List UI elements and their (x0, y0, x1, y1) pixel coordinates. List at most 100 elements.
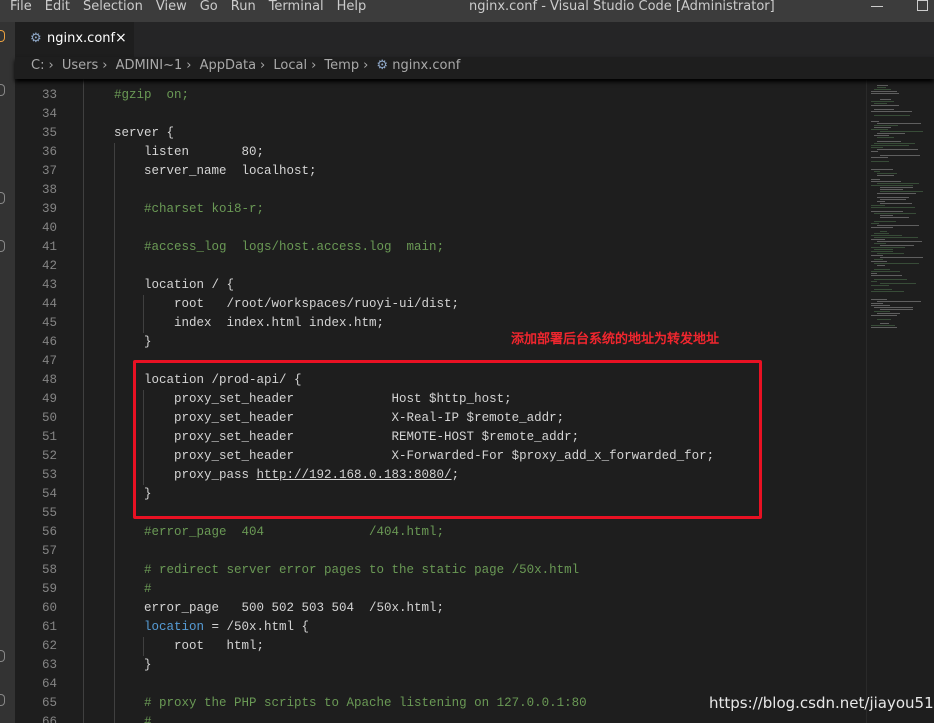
minimap-line (874, 109, 894, 110)
settings-gear-icon[interactable] (0, 694, 5, 706)
menu-selection[interactable]: Selection (83, 0, 143, 22)
code-token: # proxy the PHP scripts to Apache listen… (144, 695, 587, 710)
code-line[interactable]: 61 location = /50x.html { (15, 618, 866, 637)
code-line[interactable]: 44 root /root/workspaces/ruoyi-ui/dist; (15, 294, 866, 314)
account-icon[interactable] (0, 650, 5, 662)
debug-icon[interactable] (0, 192, 5, 204)
minimap-line (871, 315, 897, 316)
minimap-line (877, 141, 901, 142)
code-line[interactable]: 40 (15, 219, 866, 238)
menu-edit[interactable]: Edit (45, 0, 70, 22)
line-number: 48 (41, 372, 57, 387)
extensions-icon[interactable] (0, 240, 5, 252)
menu-terminal[interactable]: Terminal (269, 0, 324, 22)
code-line[interactable]: 35 server { (15, 124, 866, 143)
minimap-line (871, 147, 884, 148)
minimap-line (880, 203, 913, 204)
close-icon[interactable]: × (115, 30, 127, 46)
code-token: error_page 500 502 503 504 /50x.html; (84, 600, 445, 615)
line-number: 39 (41, 201, 57, 216)
menu-run[interactable]: Run (231, 0, 256, 22)
search-icon[interactable] (0, 84, 5, 96)
minimap-line (871, 179, 880, 180)
gear-icon: ⚙ (376, 58, 389, 73)
code-text: location / { (84, 276, 234, 295)
minimap-line (880, 245, 915, 246)
code-line[interactable]: 43 location / { (15, 276, 866, 295)
code-text: error_page 500 502 503 504 /50x.html; (84, 599, 444, 618)
line-number: 41 (41, 239, 57, 254)
minimize-icon[interactable] (871, 6, 883, 7)
minimap-line (877, 193, 917, 194)
code-line[interactable]: 62 root html; (15, 636, 866, 656)
code-line[interactable]: 46 } (15, 333, 866, 352)
minimap-line (871, 91, 897, 92)
breadcrumb-local[interactable]: Local (273, 58, 307, 73)
code-token: #access_log logs/host.access.log main; (144, 239, 445, 254)
code-line[interactable]: 38 (15, 181, 866, 200)
minimap-line (874, 311, 891, 312)
code-token: #error_page 404 /404.html; (144, 524, 445, 539)
code-line[interactable]: 41 #access_log logs/host.access.log main… (15, 238, 866, 257)
code-line[interactable]: 45 index index.html index.htm; (15, 313, 866, 333)
code-token: } (84, 657, 152, 672)
breadcrumb-file[interactable]: nginx.conf (392, 58, 460, 73)
annotation-text: 添加部署后台系统的地址为转发地址 (511, 332, 720, 347)
code-token: location (144, 619, 205, 634)
minimap-line (880, 155, 920, 156)
code-line[interactable]: 36 listen 80; (15, 143, 866, 162)
code-line[interactable]: 57 (15, 542, 866, 561)
code-line[interactable]: 34 (15, 105, 866, 124)
minimap-line (871, 285, 890, 286)
minimap-line (871, 161, 889, 162)
tab-nginx-conf[interactable]: ⚙ nginx.conf × (15, 22, 134, 57)
breadcrumb-users[interactable]: Users (62, 58, 98, 73)
minimap-line (877, 241, 922, 242)
breadcrumb-appdata[interactable]: AppData (200, 58, 256, 73)
code-line[interactable]: 33 #gzip on; (15, 86, 866, 105)
breadcrumb-drive[interactable]: C: (31, 58, 44, 73)
code-line[interactable]: 66 # (15, 713, 866, 723)
menu-file[interactable]: File (10, 0, 32, 22)
minimap-line (874, 213, 917, 214)
code-text: root /root/workspaces/ruoyi-ui/dist; (84, 295, 459, 314)
code-line[interactable]: 59 # (15, 580, 866, 599)
minimap-line (877, 87, 887, 88)
minimap[interactable] (866, 79, 934, 723)
code-line[interactable]: 37 server_name localhost; (15, 162, 866, 181)
code-line[interactable]: 63 } (15, 656, 866, 675)
code-line[interactable]: 39 #charset koi8-r; (15, 200, 866, 219)
minimap-line (874, 249, 894, 250)
code-line[interactable]: 60 error_page 500 502 503 504 /50x.html; (15, 599, 866, 618)
code-line[interactable]: 64 (15, 675, 866, 694)
code-text: root html; (84, 637, 264, 656)
gear-icon: ⚙ (30, 31, 42, 46)
minimap-line (871, 291, 905, 292)
code-token: listen 80; (84, 144, 265, 159)
explorer-icon[interactable] (0, 30, 5, 42)
minimap-line (880, 215, 894, 216)
breadcrumb-temp[interactable]: Temp (324, 58, 359, 73)
code-line[interactable]: 56 #error_page 404 /404.html; (15, 523, 866, 542)
menu-go[interactable]: Go (200, 0, 218, 22)
breadcrumb-admin[interactable]: ADMINI~1 (116, 58, 183, 73)
activity-bar (0, 22, 15, 723)
menu-help[interactable]: Help (337, 0, 367, 22)
minimap-line (874, 269, 890, 270)
line-number: 65 (41, 695, 57, 710)
line-number: 43 (41, 277, 57, 292)
chevron-right-icon: › (48, 58, 54, 73)
minimap-line (877, 197, 910, 198)
maximize-icon[interactable] (917, 0, 928, 11)
code-line[interactable]: 58 # redirect server error pages to the … (15, 561, 866, 580)
code-line[interactable]: 42 (15, 257, 866, 276)
minimap-line (874, 279, 907, 280)
minimap-line (871, 181, 901, 182)
line-number: 42 (41, 258, 57, 273)
minimap-line (877, 253, 905, 254)
menu-view[interactable]: View (156, 0, 187, 22)
